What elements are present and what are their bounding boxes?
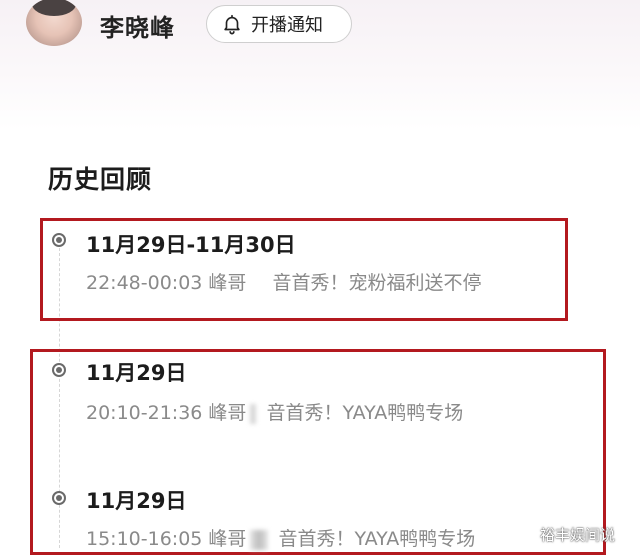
- avatar-hair: [32, 0, 76, 16]
- timeline-dot-icon: [52, 233, 66, 247]
- profile-header: 李晓峰 开播通知: [0, 0, 640, 130]
- entry-detail: 15:10-16:05 峰哥 音首秀！YAYA鸭鸭专场: [86, 524, 475, 551]
- redacted-mark: [256, 274, 262, 294]
- entry-show: 音首秀！宠粉福利送不停: [272, 272, 482, 294]
- entry-show: 音首秀！YAYA鸭鸭专场: [278, 528, 476, 550]
- entry-date: 11月29日: [86, 361, 187, 385]
- entry-show: 音首秀！YAYA鸭鸭专场: [266, 402, 464, 424]
- entry-time: 15:10-16:05: [86, 528, 203, 550]
- timeline-dot-icon: [52, 363, 66, 377]
- live-notify-button[interactable]: 开播通知: [206, 5, 352, 43]
- watermark: 裕丰娱间说: [540, 526, 616, 544]
- entry-detail: 22:48-00:03 峰哥 音首秀！宠粉福利送不停: [86, 268, 482, 295]
- timeline-dot-icon: [52, 491, 66, 505]
- streamer-name: 李晓峰: [100, 14, 175, 42]
- entry-time: 20:10-21:36: [86, 402, 203, 424]
- bell-icon: [224, 14, 240, 35]
- entry-detail: 20:10-21:36 峰哥 音首秀！YAYA鸭鸭专场: [86, 398, 463, 425]
- entry-time: 22:48-00:03: [86, 272, 203, 294]
- entry-date: 11月29日-11月30日: [86, 233, 296, 257]
- history-title: 历史回顾: [48, 165, 153, 194]
- redacted-mark: [250, 529, 269, 550]
- entry-host: 峰哥: [208, 402, 247, 424]
- avatar[interactable]: [26, 0, 82, 46]
- entry-host: 峰哥: [208, 272, 247, 294]
- redacted-mark: [250, 403, 257, 424]
- notify-label: 开播通知: [251, 15, 323, 36]
- entry-host: 峰哥: [208, 528, 247, 550]
- entry-date: 11月29日: [86, 489, 187, 513]
